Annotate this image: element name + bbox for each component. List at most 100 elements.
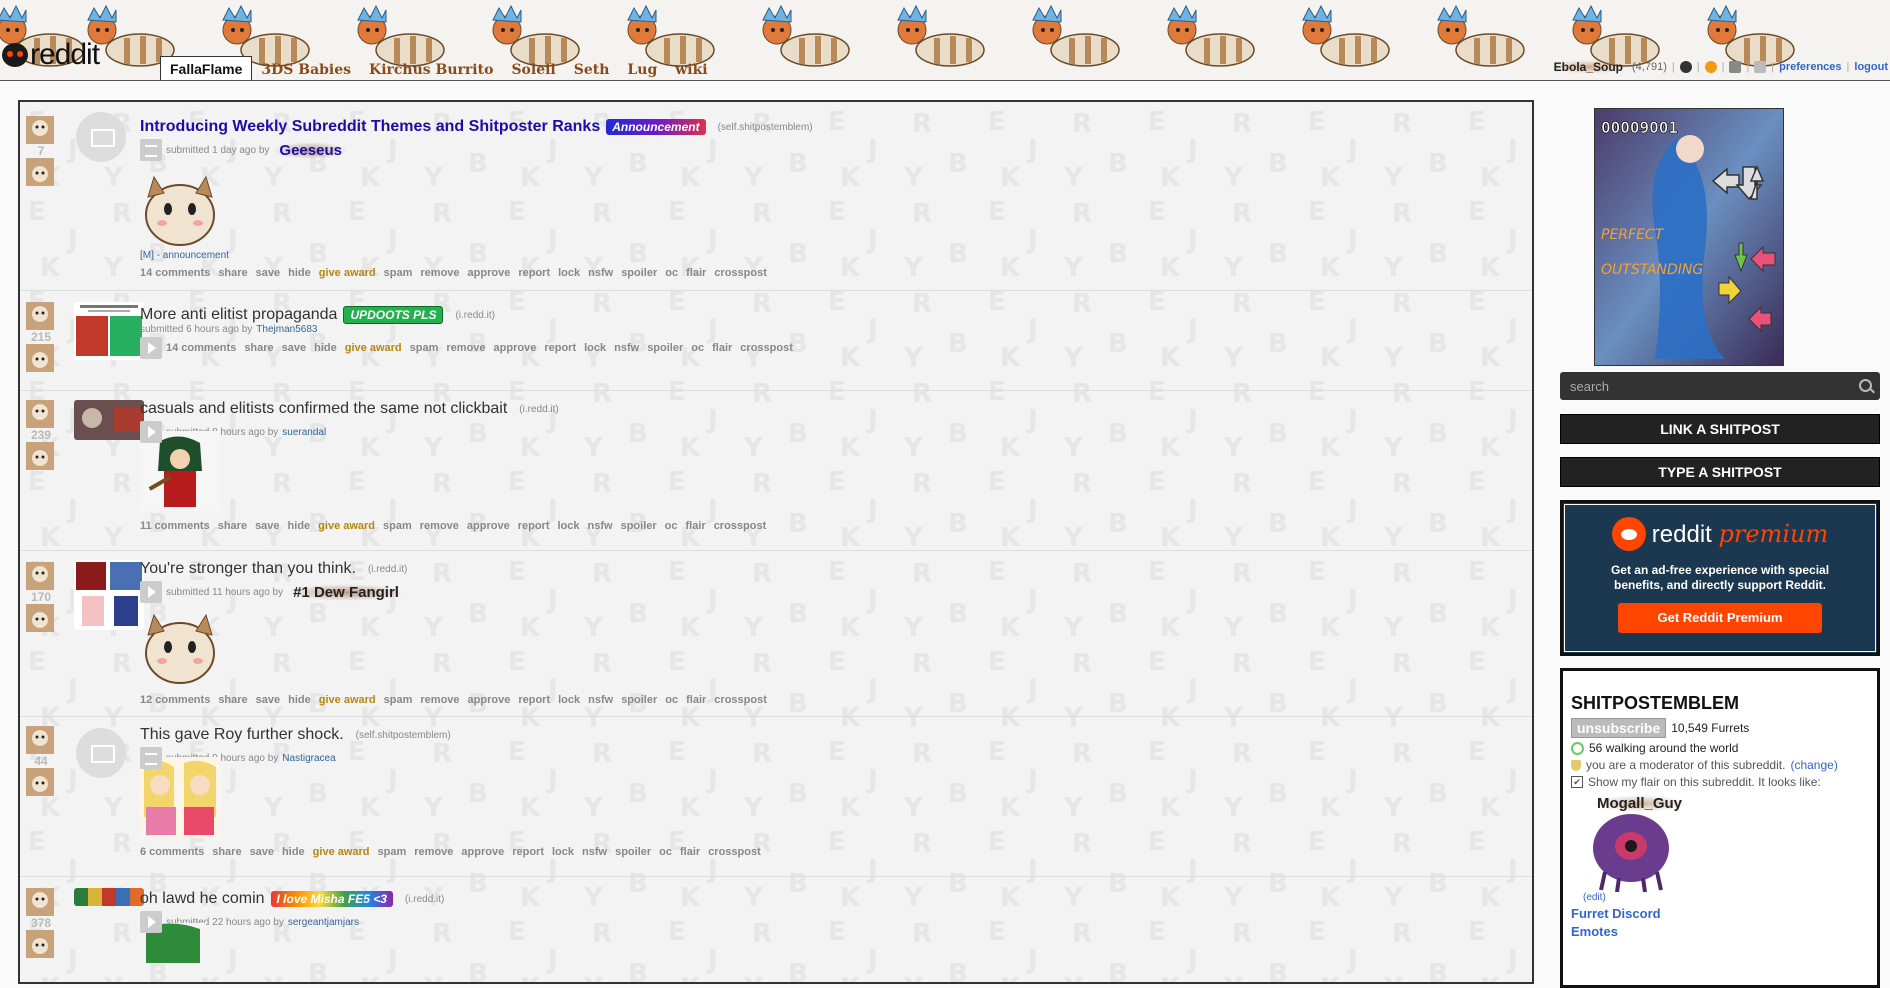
approve-button[interactable]: approve xyxy=(468,694,511,706)
preferences-link[interactable]: preferences xyxy=(1779,61,1841,73)
oc-button[interactable]: oc xyxy=(665,267,678,279)
shield-icon[interactable] xyxy=(1679,61,1692,73)
post-author[interactable]: #1 Dew Fangirl xyxy=(287,583,405,601)
downvote-furret-icon[interactable] xyxy=(26,344,54,372)
report-button[interactable]: report xyxy=(544,342,576,354)
spam-button[interactable]: spam xyxy=(383,520,412,532)
crosspost-button[interactable]: crosspost xyxy=(714,694,767,706)
report-button[interactable]: report xyxy=(518,267,550,279)
post-title[interactable]: More anti elitist propaganda xyxy=(140,306,337,324)
flair-button[interactable]: flair xyxy=(712,342,732,354)
remove-button[interactable]: remove xyxy=(446,342,485,354)
upvote-furret-icon[interactable] xyxy=(26,302,54,330)
tab-fallaflame[interactable]: FallaFlame xyxy=(160,56,253,80)
downvote-furret-icon[interactable] xyxy=(26,442,54,470)
share-button[interactable]: share xyxy=(218,694,247,706)
tab-3ds-babies[interactable]: 3DS Babies xyxy=(252,58,360,80)
username-link[interactable]: Ebola_Soup xyxy=(1549,60,1627,74)
logout-link[interactable]: logout xyxy=(1854,61,1888,73)
post-author[interactable]: suerandal xyxy=(282,427,326,438)
self-post-thumbnail-icon[interactable] xyxy=(76,112,126,162)
post-thumbnail[interactable] xyxy=(74,560,144,630)
remove-button[interactable]: remove xyxy=(420,694,459,706)
lock-button[interactable]: lock xyxy=(558,520,580,532)
comments-link[interactable]: 14 comments xyxy=(140,267,210,279)
spoiler-button[interactable]: spoiler xyxy=(621,520,657,532)
report-button[interactable]: report xyxy=(518,694,550,706)
emotes-link[interactable]: Emotes xyxy=(1571,924,1877,939)
type-shitpost-button[interactable]: TYPE A SHITPOST xyxy=(1560,457,1880,487)
spam-button[interactable]: spam xyxy=(384,267,413,279)
report-button[interactable]: report xyxy=(518,520,550,532)
self-post-thumbnail-icon[interactable] xyxy=(76,728,126,778)
nsfw-button[interactable]: nsfw xyxy=(588,694,613,706)
hide-button[interactable]: hide xyxy=(288,520,311,532)
spam-button[interactable]: spam xyxy=(378,846,407,858)
comments-link[interactable]: 12 comments xyxy=(140,694,210,706)
expand-media-icon[interactable] xyxy=(140,337,162,359)
report-button[interactable]: report xyxy=(512,846,544,858)
mod-shield-icon[interactable] xyxy=(1754,61,1767,73)
post-author[interactable]: Thejman5683 xyxy=(256,324,317,335)
approve-button[interactable]: approve xyxy=(468,267,511,279)
share-button[interactable]: share xyxy=(218,520,247,532)
reddit-logo[interactable]: reddit xyxy=(2,38,100,72)
remove-button[interactable]: remove xyxy=(414,846,453,858)
tab-lug[interactable]: Lug xyxy=(618,58,666,80)
post-title[interactable]: This gave Roy further shock. xyxy=(140,726,344,744)
oc-button[interactable]: oc xyxy=(659,846,672,858)
nsfw-button[interactable]: nsfw xyxy=(588,267,613,279)
post-domain[interactable]: (self.shitpostemblem) xyxy=(356,730,451,741)
post-domain[interactable]: (i.redd.it) xyxy=(455,310,494,321)
crosspost-button[interactable]: crosspost xyxy=(708,846,761,858)
give-award-button[interactable]: give award xyxy=(319,267,376,279)
lock-button[interactable]: lock xyxy=(584,342,606,354)
post-thumbnail[interactable] xyxy=(74,400,144,440)
post-domain[interactable]: (self.shitpostemblem) xyxy=(718,122,813,133)
give-award-button[interactable]: give award xyxy=(345,342,402,354)
lock-button[interactable]: lock xyxy=(558,267,580,279)
upvote-furret-icon[interactable] xyxy=(26,562,54,590)
spam-button[interactable]: spam xyxy=(384,694,413,706)
upvote-furret-icon[interactable] xyxy=(26,116,54,144)
share-button[interactable]: share xyxy=(212,846,241,858)
search-input[interactable]: search xyxy=(1560,372,1880,400)
post-author[interactable]: sergeantjamjars xyxy=(288,917,359,928)
approve-button[interactable]: approve xyxy=(461,846,504,858)
post-thumbnail[interactable] xyxy=(74,302,144,360)
remove-button[interactable]: remove xyxy=(420,267,459,279)
upvote-furret-icon[interactable] xyxy=(26,400,54,428)
share-button[interactable]: share xyxy=(218,267,247,279)
coins-icon[interactable] xyxy=(1704,61,1717,73)
comments-link[interactable]: 6 comments xyxy=(140,846,204,858)
spoiler-button[interactable]: spoiler xyxy=(621,267,657,279)
edit-flair-link[interactable]: (edit) xyxy=(1583,892,1606,903)
spoiler-button[interactable]: spoiler xyxy=(621,694,657,706)
give-award-button[interactable]: give award xyxy=(313,846,370,858)
tab-soleil[interactable]: Soleil xyxy=(502,58,564,80)
save-button[interactable]: save xyxy=(250,846,274,858)
post-domain[interactable]: (i.redd.it) xyxy=(405,894,444,905)
post-author[interactable]: Nastigracea xyxy=(282,753,335,764)
post-domain[interactable]: (i.redd.it) xyxy=(519,404,558,415)
post-title[interactable]: casuals and elitists confirmed the same … xyxy=(140,400,507,418)
upvote-furret-icon[interactable] xyxy=(26,726,54,754)
tab-wiki[interactable]: wiki xyxy=(666,58,716,80)
nsfw-button[interactable]: nsfw xyxy=(588,520,613,532)
nsfw-button[interactable]: nsfw xyxy=(582,846,607,858)
show-flair-checkbox[interactable]: ✔ xyxy=(1571,776,1583,788)
crosspost-button[interactable]: crosspost xyxy=(714,267,767,279)
post-domain[interactable]: (i.redd.it) xyxy=(368,564,407,575)
comments-link[interactable]: 11 comments xyxy=(140,520,210,532)
post-thumbnail[interactable] xyxy=(74,888,144,906)
approve-button[interactable]: approve xyxy=(494,342,537,354)
unsubscribe-button[interactable]: unsubscribe xyxy=(1571,718,1667,738)
expand-media-icon[interactable] xyxy=(140,911,162,933)
save-button[interactable]: save xyxy=(256,267,280,279)
downvote-furret-icon[interactable] xyxy=(26,604,54,632)
search-icon[interactable] xyxy=(1859,379,1872,392)
spoiler-button[interactable]: spoiler xyxy=(647,342,683,354)
lock-button[interactable]: lock xyxy=(552,846,574,858)
hide-button[interactable]: hide xyxy=(282,846,305,858)
comments-link[interactable]: 14 comments xyxy=(166,342,236,354)
